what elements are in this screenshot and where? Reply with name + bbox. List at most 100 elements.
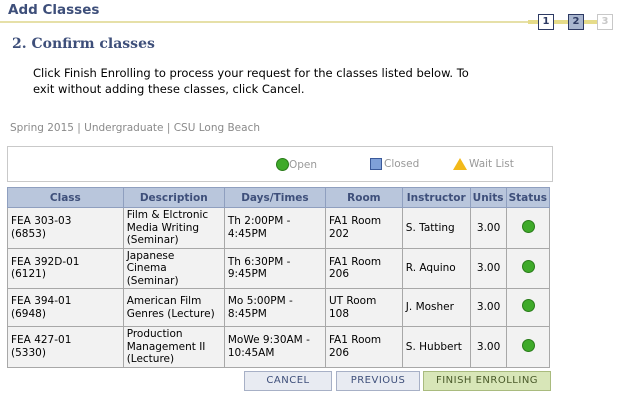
class-code: FEA 303-03	[11, 215, 72, 228]
cell-room: FA1 Room 202	[324, 207, 403, 249]
cell-instructor: R. Aquino	[401, 247, 471, 289]
class-code: FEA 392D-01	[11, 255, 80, 268]
legend-wait-list: Wait List	[453, 158, 514, 170]
cell-days-times: Th 6:30PM -9:45PM	[223, 247, 326, 289]
room-line: UT Room	[328, 295, 377, 307]
class-number: (6948)	[11, 307, 46, 320]
col-header-units: Units	[469, 187, 507, 208]
col-header-days-times: Days/Times	[223, 187, 326, 208]
table-row: FEA 427-01 (5330) Production Management II…	[7, 326, 551, 368]
cell-status	[505, 288, 551, 327]
classes-table: Class Description Days/Times Room Instru…	[7, 187, 551, 368]
class-number: (6853)	[11, 227, 46, 240]
term-info: Spring 2015 | Undergraduate | CSU Long B…	[10, 122, 261, 134]
open-status-icon	[521, 338, 535, 352]
wait-list-status-icon	[453, 158, 467, 170]
cell-instructor: S. Tatting	[401, 207, 471, 249]
page-title: Add Classes	[8, 2, 100, 18]
room-line: FA1 Room	[328, 334, 382, 347]
legend-open-label: Open	[289, 158, 318, 171]
cell-room: FA1 Room 206	[324, 326, 403, 368]
cell-description: American Film Genres (Lecture)	[122, 288, 225, 327]
cell-days-times: Th 2:00PM -4:45PM	[223, 207, 326, 249]
description-line: Genres (Lecture)	[126, 307, 215, 320]
open-status-icon	[521, 299, 535, 313]
cell-status	[505, 326, 551, 368]
step-2-current: 2	[568, 14, 584, 30]
col-header-instructor: Instructor	[401, 187, 471, 208]
cell-description: Film & Elctronic Media Writing (Seminar)	[122, 207, 225, 249]
cell-class: FEA 303-03 (6853)	[7, 207, 124, 249]
section-title: 2. Confirm classes	[12, 36, 155, 52]
cell-days-times: Mo 5:00PM -8:45PM	[223, 288, 326, 327]
table-row: FEA 394-01 (6948) American Film Genres (Le…	[7, 288, 551, 327]
room-line: 108	[328, 307, 350, 320]
days-times-line: MoWe 9:30AM -	[227, 334, 310, 347]
table-header-row: Class Description Days/Times Room Instru…	[7, 187, 551, 208]
cancel-button[interactable]: CANCEL	[244, 371, 332, 391]
step-indicator: 1 2 3	[528, 11, 620, 33]
cell-days-times: MoWe 9:30AM -10:45AM	[223, 326, 326, 368]
previous-button[interactable]: PREVIOUS	[336, 371, 420, 391]
step-3: 3	[597, 14, 613, 30]
room-line: 206	[328, 268, 350, 281]
closed-status-icon	[370, 158, 382, 170]
cell-class: FEA 427-01 (5330)	[7, 326, 124, 368]
cell-units: 3.00	[469, 207, 507, 249]
cell-room: FA1 Room 206	[324, 247, 403, 289]
class-code: FEA 427-01	[11, 334, 72, 347]
days-times-line: 4:45PM	[227, 227, 267, 240]
legend-closed-label: Closed	[384, 158, 420, 170]
description-line: Production	[126, 328, 183, 340]
description-line: (Seminar)	[126, 234, 179, 246]
description-line: Management II	[126, 340, 206, 353]
cell-status	[505, 207, 551, 249]
days-times-line: 10:45AM	[227, 346, 275, 359]
col-header-status: Status	[505, 187, 551, 208]
cell-class: FEA 392D-01 (6121)	[7, 247, 124, 289]
days-times-line: Th 6:30PM -	[227, 255, 291, 268]
room-line: 202	[328, 227, 350, 240]
col-header-room: Room	[324, 187, 403, 208]
cell-description: Production Management II (Lecture)	[122, 326, 225, 368]
open-status-icon	[521, 260, 535, 273]
description-line: (Lecture)	[126, 353, 175, 365]
open-status-icon	[521, 219, 535, 233]
room-line: FA1 Room	[328, 255, 382, 268]
legend-closed: Closed	[370, 158, 419, 170]
room-line: FA1 Room	[328, 215, 382, 228]
cell-room: UT Room 108	[324, 288, 403, 327]
instructions-text: Click Finish Enrolling to process your r…	[33, 66, 469, 96]
description-line: American Film	[126, 295, 202, 307]
table-row: FEA 392D-01 (6121) Japanese Cinema (Seminar…	[7, 247, 551, 289]
cell-instructor: S. Hubbert	[401, 326, 471, 368]
class-number: (5330)	[11, 346, 46, 359]
cell-units: 3.00	[469, 288, 507, 327]
cell-class: FEA 394-01 (6948)	[7, 288, 124, 327]
legend-wait-list-label: Wait List	[469, 158, 514, 170]
legend-open: Open	[276, 158, 317, 171]
room-line: 206	[328, 346, 350, 359]
description-line: Cinema	[126, 262, 167, 274]
class-code: FEA 394-01	[11, 295, 72, 307]
title-divider	[0, 21, 530, 23]
class-number: (6121)	[11, 268, 46, 281]
step-1: 1	[538, 14, 554, 30]
days-times-line: Mo 5:00PM -	[227, 295, 293, 307]
days-times-line: 9:45PM	[227, 268, 267, 281]
description-line: Japanese	[126, 249, 175, 262]
cell-units: 3.00	[469, 247, 507, 289]
open-status-icon	[276, 158, 289, 171]
col-header-description: Description	[122, 187, 225, 208]
cell-status	[505, 247, 551, 289]
finish-enrolling-button[interactable]: FINISH ENROLLING	[423, 371, 551, 391]
description-line: Media Writing	[126, 221, 200, 234]
status-legend: Open Closed Wait List	[7, 146, 553, 182]
days-times-line: Th 2:00PM -	[227, 215, 291, 228]
table-row: FEA 303-03 (6853) Film & Elctronic Media W…	[7, 207, 551, 249]
cell-description: Japanese Cinema (Seminar)	[122, 247, 225, 289]
days-times-line: 8:45PM	[227, 307, 267, 320]
description-line: Film & Elctronic	[126, 209, 209, 221]
cell-units: 3.00	[469, 326, 507, 368]
description-line: (Seminar)	[126, 274, 179, 287]
